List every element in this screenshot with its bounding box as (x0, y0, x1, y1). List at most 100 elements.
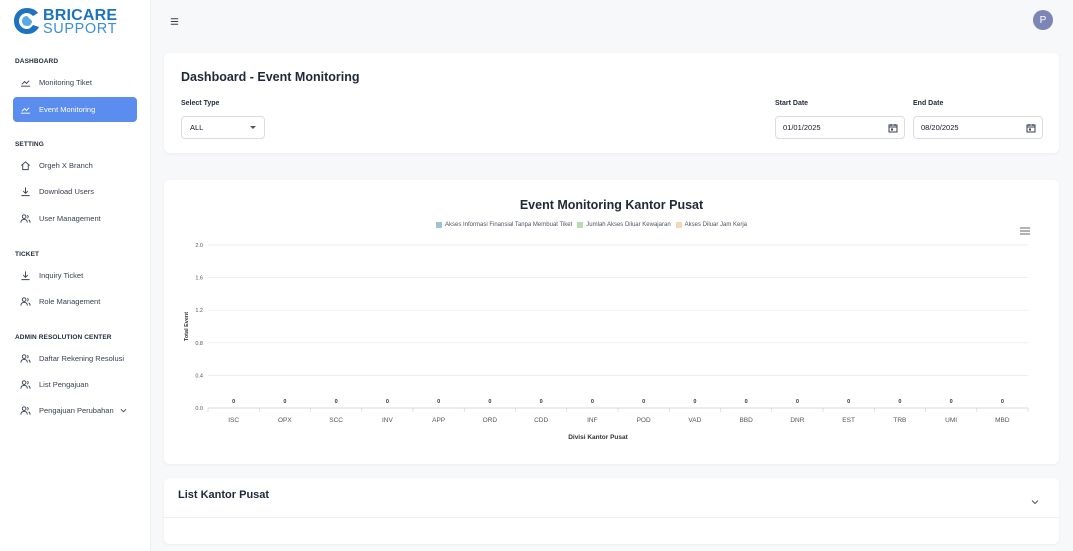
x-tick-label: APP (432, 417, 445, 424)
sidebar-item-orgeh-x-branch[interactable]: Orgeh X Branch (13, 153, 137, 178)
end-date-input[interactable]: 08/20/2025 (913, 116, 1043, 139)
bar-chart: 0.0 0.4 0.8 1.2 1.6 2.0 ISC 0 OPX 0 SCC 0 INV 0 APP 0 OR… (184, 243, 1029, 441)
app-root: BRICARE SUPPORT DASHBOARD Monitoring Tik… (0, 0, 1073, 551)
x-tick-label: VAD (688, 417, 701, 424)
sidebar-item-label: Pengajuan Perubahan (39, 406, 114, 415)
x-tick-label: ORD (483, 417, 498, 424)
y-tick-label: 1.6 (195, 276, 203, 282)
users-icon (19, 213, 31, 225)
data-label: 0 (232, 399, 235, 405)
sidebar-item-inquiry-ticket[interactable]: Inquiry Ticket (13, 263, 137, 288)
chart-line-icon (19, 104, 31, 116)
end-date-value: 08/20/2025 (921, 123, 959, 132)
y-tick-label: 2.0 (195, 243, 203, 249)
data-label: 0 (386, 399, 389, 405)
users-icon (19, 296, 31, 308)
type-select[interactable]: ALL (181, 116, 265, 139)
chart-line-icon (19, 77, 31, 89)
type-select-value: ALL (190, 123, 204, 132)
users-icon (19, 353, 31, 365)
list-title: List Kantor Pusat (178, 489, 270, 501)
chevron-down-icon[interactable] (1030, 493, 1040, 505)
sidebar-item-label: Download Users (39, 187, 95, 196)
list-card: List Kantor Pusat (164, 478, 1059, 544)
x-tick-label: POD (637, 417, 651, 424)
data-label: 0 (898, 399, 901, 405)
section-admin-resolution-center: ADMIN RESOLUTION CENTER (15, 334, 112, 341)
download-icon (19, 186, 31, 198)
x-tick-label: UMI (945, 417, 957, 424)
sidebar-item-monitoring-tiket[interactable]: Monitoring Tiket (13, 70, 137, 95)
x-tick-label: INV (382, 417, 394, 424)
sidebar-item-daftar-rekening-resolusi[interactable]: Daftar Rekening Resolusi (13, 346, 137, 371)
x-tick-label: EST (842, 417, 855, 424)
chart-card: Event Monitoring Kantor Pusat Akses Info… (164, 180, 1059, 464)
hamburger-icon[interactable] (169, 14, 180, 25)
select-type-label: Select Type (181, 100, 220, 107)
y-tick-label: 0.0 (195, 406, 203, 412)
data-label: 0 (1001, 399, 1004, 405)
x-tick-label: BBD (739, 417, 753, 424)
page-title: Dashboard - Event Monitoring (181, 70, 360, 84)
sidebar-item-label: Orgeh X Branch (39, 161, 93, 170)
sidebar-item-download-users[interactable]: Download Users (13, 179, 137, 204)
y-tick-label: 0.8 (195, 341, 203, 347)
sidebar-item-label: User Management (39, 214, 101, 223)
x-tick-label: MBD (995, 417, 1010, 424)
sidebar: BRICARE SUPPORT DASHBOARD Monitoring Tik… (0, 0, 151, 551)
x-tick-label: ISC (228, 417, 239, 424)
section-setting: SETTING (15, 141, 44, 148)
x-tick-label: SCC (329, 417, 343, 424)
data-label: 0 (950, 399, 953, 405)
data-label: 0 (437, 399, 440, 405)
home-icon (19, 160, 31, 172)
sidebar-item-label: Inquiry Ticket (39, 271, 84, 280)
sidebar-item-event-monitoring[interactable]: Event Monitoring (13, 97, 137, 122)
x-tick-label: DNR (790, 417, 804, 424)
start-date-label: Start Date (775, 100, 809, 107)
data-label: 0 (540, 399, 543, 405)
logo: BRICARE SUPPORT (13, 6, 123, 40)
section-dashboard: DASHBOARD (15, 58, 59, 65)
calendar-icon[interactable] (1026, 123, 1036, 133)
sidebar-item-label: Role Management (39, 297, 101, 306)
y-tick-label: 1.2 (195, 308, 203, 314)
data-label: 0 (745, 399, 748, 405)
caret-down-icon (250, 126, 256, 129)
sidebar-item-label: Event Monitoring (39, 105, 96, 114)
sidebar-item-role-management[interactable]: Role Management (13, 289, 137, 314)
data-label: 0 (283, 399, 286, 405)
divider (164, 517, 1059, 518)
calendar-icon[interactable] (888, 123, 898, 133)
users-icon (19, 405, 31, 417)
section-ticket: TICKET (15, 251, 40, 258)
sidebar-item-label: List Pengajuan (39, 380, 89, 389)
y-axis-title: Total Event (184, 312, 190, 341)
data-label: 0 (796, 399, 799, 405)
y-tick-label: 0.4 (195, 373, 203, 379)
end-date-label: End Date (913, 100, 944, 107)
users-icon (19, 379, 31, 391)
x-tick-label: CDD (534, 417, 548, 424)
chevron-down-icon[interactable] (120, 408, 127, 413)
sidebar-item-list-pengajuan[interactable]: List Pengajuan (13, 372, 137, 397)
sidebar-item-label: Monitoring Tiket (39, 78, 92, 87)
logo-mark-icon (14, 8, 39, 34)
filter-card: Dashboard - Event Monitoring Select Type… (164, 53, 1059, 153)
sidebar-item-pengajuan-perubahan[interactable]: Pengajuan Perubahan (13, 398, 137, 423)
x-tick-label: TRB (893, 417, 906, 424)
start-date-value: 01/01/2025 (783, 123, 821, 132)
x-tick-label: OPX (278, 417, 292, 424)
sidebar-item-label: Daftar Rekening Resolusi (39, 354, 125, 363)
avatar[interactable]: P (1033, 10, 1053, 30)
x-axis-title: Divisi Kantor Pusat (568, 434, 628, 441)
x-tick-label: INF (587, 417, 598, 424)
data-label: 0 (335, 399, 338, 405)
data-label: 0 (693, 399, 696, 405)
start-date-input[interactable]: 01/01/2025 (775, 116, 905, 139)
data-label: 0 (642, 399, 645, 405)
sidebar-item-user-management[interactable]: User Management (13, 206, 137, 231)
brand-subtitle: SUPPORT (43, 21, 118, 37)
data-label: 0 (591, 399, 594, 405)
data-label: 0 (847, 399, 850, 405)
